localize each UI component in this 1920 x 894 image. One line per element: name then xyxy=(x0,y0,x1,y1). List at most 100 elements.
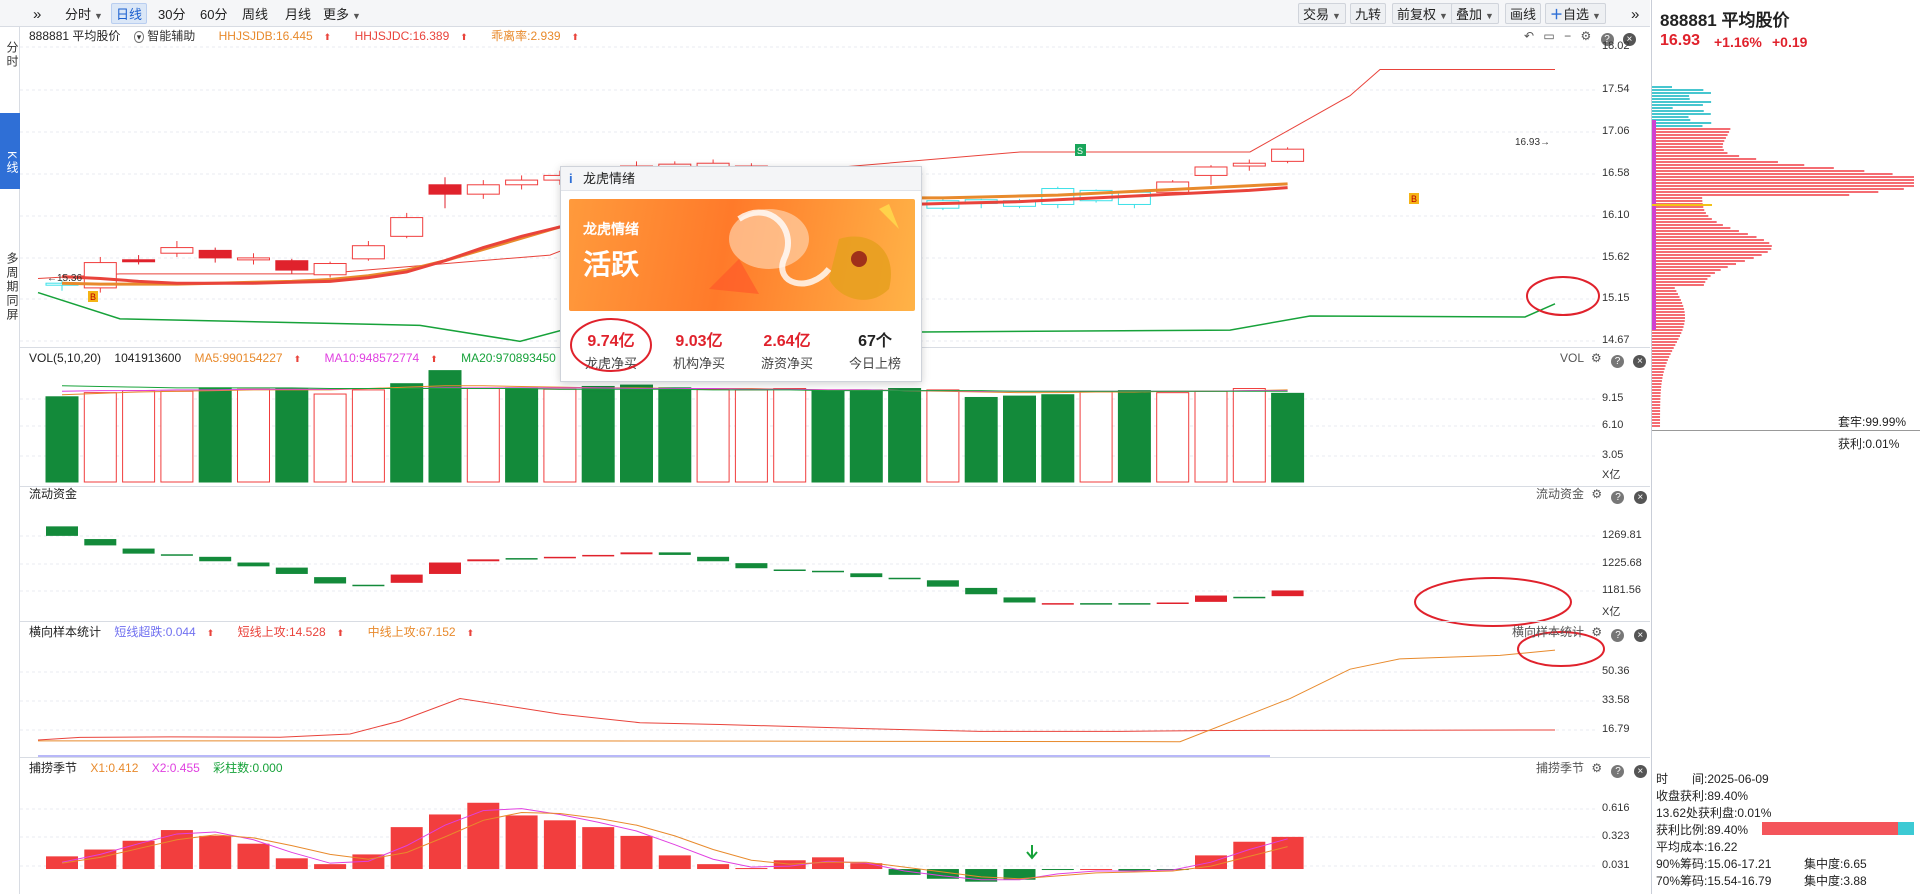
stat-hotmoney-net[interactable]: 2.64亿 游资净买 xyxy=(745,327,829,372)
catch-bar xyxy=(658,855,691,870)
catch-bars: 彩柱数:0.000 xyxy=(213,761,283,775)
close-icon[interactable]: × xyxy=(1633,765,1647,778)
layers-icon[interactable]: ▭ xyxy=(1543,29,1554,43)
close-icon[interactable]: × xyxy=(1633,491,1647,504)
toolbar-item-label: 九转 xyxy=(1355,7,1382,22)
help-icon[interactable]: ? xyxy=(1611,355,1625,368)
expand-sidebar-icon[interactable]: » xyxy=(28,3,46,24)
toolbar-item-0[interactable]: 分时 ▼ xyxy=(60,3,108,24)
chip-bar xyxy=(1652,140,1725,142)
chip-date: 时 间:2025-06-09 xyxy=(1656,772,1769,786)
sample-header: 横向样本统计 短线超跌:0.044 ⬆ 短线上攻:14.528 ⬆ 中线上攻:67.… xyxy=(29,624,494,640)
chip-bar xyxy=(1652,296,1680,298)
buy-marker-text: B xyxy=(90,292,96,302)
chip-bar xyxy=(1652,347,1674,349)
assist-toggle[interactable]: ▾ 智能辅助 xyxy=(133,29,206,43)
chip-bar xyxy=(1652,422,1661,424)
toolbar-item-2[interactable]: 30分 xyxy=(153,3,190,24)
tab-multi-period[interactable]: 多周期同屏 xyxy=(0,227,20,347)
settings-icon[interactable]: ⚙ xyxy=(1591,351,1602,365)
dragon-tiger-popup[interactable]: i 龙虎情绪 龙虎情绪 活跃 9.74亿 龙虎净买 9.03亿 机构净买 2.6… xyxy=(560,166,922,382)
chip-70: 70%筹码:15.54-16.79 xyxy=(1656,874,1772,888)
chip-bar xyxy=(1652,98,1690,100)
flow-bar xyxy=(926,580,959,587)
toolbar-right-item-5[interactable]: ＋自选 ▼ xyxy=(1545,3,1606,24)
volume-bar xyxy=(620,384,653,483)
volume-bar xyxy=(83,392,117,483)
chip-bar xyxy=(1652,404,1661,406)
toolbar-item-label: 更多 xyxy=(323,7,350,22)
toolbar-item-3[interactable]: 60分 xyxy=(195,3,232,24)
tab-timeshare[interactable]: 分时 xyxy=(0,35,20,75)
chip-bar xyxy=(1652,233,1748,235)
annotation-circle xyxy=(1526,276,1600,316)
toolbar-right-item-4[interactable]: 画线 xyxy=(1505,3,1542,24)
toolbar-right-item-0[interactable]: 交易 ▼ xyxy=(1298,3,1346,24)
sample-orange-line xyxy=(38,649,1556,743)
collapse-panel-icon[interactable]: » xyxy=(1626,3,1644,24)
chip-bar xyxy=(1652,155,1740,157)
close-icon[interactable]: × xyxy=(1633,629,1647,642)
avg-cost: 平均成本:16.22 xyxy=(1656,840,1738,854)
volume-bar xyxy=(466,388,500,483)
popup-banner[interactable]: 龙虎情绪 活跃 xyxy=(569,199,915,311)
candle-body xyxy=(160,247,194,254)
volume-bar xyxy=(734,389,768,483)
toolbar-right-item-1[interactable]: 九转 xyxy=(1350,3,1387,24)
popup-title: i 龙虎情绪 xyxy=(561,167,921,191)
toolbar-item-1[interactable]: 日线 xyxy=(111,3,148,24)
volume-bar xyxy=(964,396,998,483)
catch-bar xyxy=(1080,869,1113,871)
chip-bar xyxy=(1652,248,1772,250)
catch-x1: X1:0.412 xyxy=(90,761,139,775)
settings-icon[interactable]: ⚙ xyxy=(1591,761,1602,775)
toolbar-right-item-3[interactable]: 叠加 ▼ xyxy=(1451,3,1499,24)
stat-institution-net[interactable]: 9.03亿 机构净买 xyxy=(657,327,741,372)
chip-bar xyxy=(1652,89,1704,91)
chip-bar xyxy=(1652,215,1709,217)
candle-body xyxy=(351,245,385,260)
toolbar-right-item-2[interactable]: 前复权 ▼ xyxy=(1392,3,1453,24)
volume-bar xyxy=(160,390,194,483)
chip-bar xyxy=(1652,161,1778,163)
flow-bar xyxy=(735,563,768,569)
toolbar-item-5[interactable]: 月线 xyxy=(280,3,316,24)
chip-bar xyxy=(1652,407,1661,409)
minimize-icon[interactable]: − xyxy=(1564,29,1571,43)
tab-kline[interactable]: K线 xyxy=(0,113,20,189)
flow-bar xyxy=(1233,596,1266,599)
volume-bar xyxy=(1156,392,1190,483)
banner-title: 活跃 xyxy=(583,249,640,280)
settings-icon[interactable]: ⚙ xyxy=(1591,487,1602,501)
stat-today-listed[interactable]: 67个 今日上榜 xyxy=(833,327,917,372)
flow-bar xyxy=(46,526,78,536)
chip-bar xyxy=(1652,338,1679,340)
chip-bar xyxy=(1652,308,1685,310)
conc-90: 集中度:6.65 xyxy=(1804,857,1867,871)
chip-bar xyxy=(1652,425,1661,427)
undo-icon[interactable]: ↶ xyxy=(1524,29,1534,43)
buy-marker-2: B xyxy=(1409,193,1419,204)
candle-body xyxy=(505,179,539,186)
flow-bar xyxy=(582,554,615,557)
toolbar-item-4[interactable]: 周线 xyxy=(237,3,273,24)
settings-icon[interactable]: ⚙ xyxy=(1580,29,1591,43)
profit-ratio-fill xyxy=(1762,822,1898,835)
flow-bar xyxy=(773,569,806,572)
chip-bar xyxy=(1652,143,1724,145)
chip-bar xyxy=(1652,323,1685,325)
settings-icon[interactable]: ⚙ xyxy=(1591,625,1602,639)
catch-bar xyxy=(275,858,308,870)
sample-right-label: 横向样本统计 xyxy=(1512,625,1585,639)
avg-cost-marker xyxy=(1652,120,1656,330)
chip-distribution-panel: 888881 平均股价 16.93 +1.16% +0.19 套牢:99.99%… xyxy=(1651,0,1920,894)
catch-bar xyxy=(1041,869,1074,871)
candle-body xyxy=(122,259,156,263)
chevron-down-icon: ▼ xyxy=(1485,11,1494,21)
flow-bar xyxy=(1156,602,1189,605)
sample-red-line xyxy=(37,698,1556,741)
catch-bar xyxy=(505,815,538,870)
chip-bar xyxy=(1652,245,1772,247)
indicator-bias: 乖离率:2.939 ⬆ xyxy=(491,29,580,43)
toolbar-item-6[interactable]: 更多 ▼ xyxy=(318,3,366,24)
